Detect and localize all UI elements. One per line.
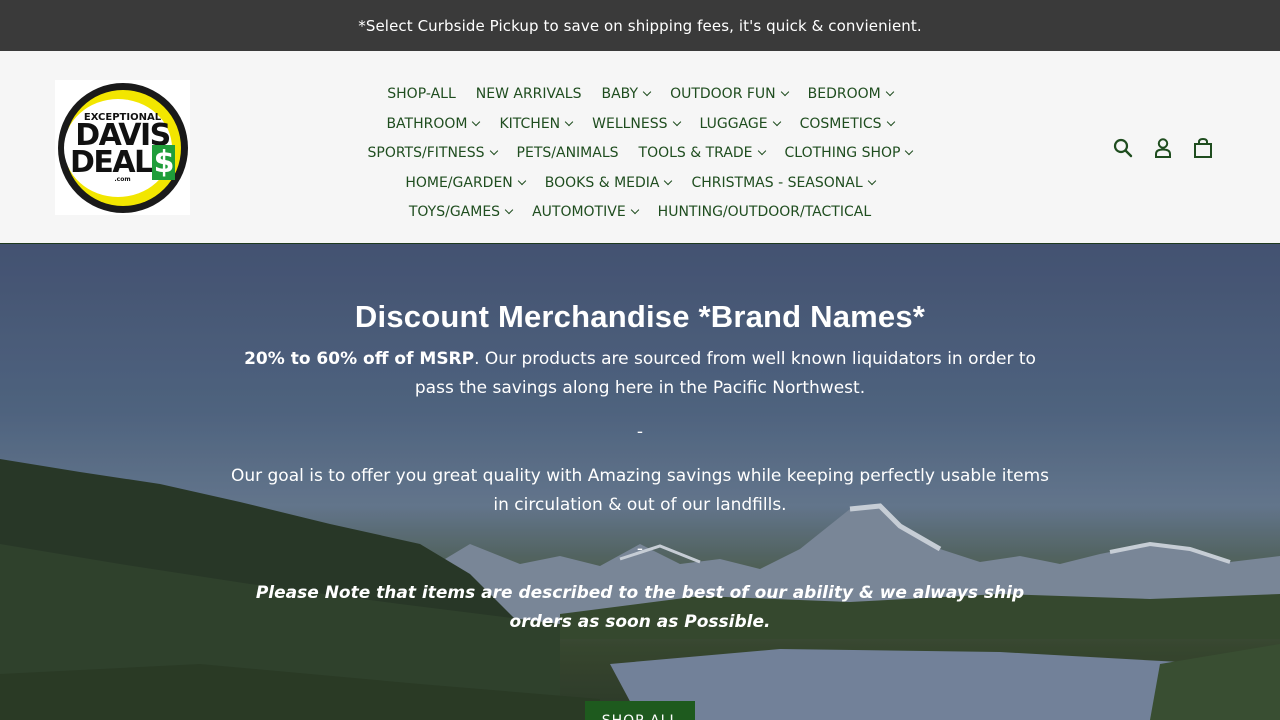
chevron-down-icon [642,87,652,97]
nav-item-label: NEW ARRIVALS [475,86,582,102]
nav-item-label: HUNTING/OUTDOOR/TACTICAL [657,204,872,220]
nav-item-label: WELLNESS [592,115,668,132]
nav-item-label: HOME/GARDEN [405,174,513,191]
nav-item-kitchen[interactable]: KITCHEN [499,110,574,139]
chevron-down-icon [564,117,574,126]
chevron-down-icon [664,176,673,185]
nav-item-label: BOOKS & MEDIA [544,174,660,191]
header-icons [1112,137,1214,159]
nav-item-christmas-seasonal[interactable]: CHRISTMAS - SEASONAL [691,169,876,198]
nav-item-toys-games[interactable]: TOYS/GAMES [408,198,514,227]
nav-item-bedroom[interactable]: BEDROOM [807,80,894,109]
chevron-down-icon [489,146,498,156]
site-logo[interactable]: EXCEPTIONAL DAVIS DEAL$ .com [55,80,190,215]
shop-all-button[interactable]: SHOP ALL [585,701,695,720]
nav-item-clothing-shop[interactable]: CLOTHING SHOP [784,139,914,168]
chevron-down-icon [867,176,876,185]
nav-item-label: KITCHEN [499,115,561,132]
logo-text: EXCEPTIONAL DAVIS DEAL$ .com [69,111,176,183]
main-navigation: SHOP-ALL NEW ARRIVALS BABY OUTDOOR FUN BEDRO… [340,79,940,227]
nav-item-pets-animals[interactable]: PETS/ANIMALS [517,139,619,168]
announcement-bar: *Select Curbside Pickup to save on shipp… [0,0,1280,51]
chevron-down-icon [630,205,639,215]
cart-icon[interactable] [1192,137,1214,159]
nav-item-shop-all[interactable]: SHOP-ALL [387,80,456,109]
nav-item-baby[interactable]: BABY [601,80,652,109]
chevron-down-icon [672,117,681,126]
nav-item-automotive[interactable]: AUTOMOTIVE [532,198,639,227]
nav-item-cosmetics[interactable]: COSMETICS [799,110,895,139]
chevron-down-icon [517,176,527,185]
nav-item-label: CLOTHING SHOP [784,145,901,161]
chevron-down-icon [772,117,781,126]
nav-item-hunting-outdoor-tactical[interactable]: HUNTING/OUTDOOR/TACTICAL [658,198,871,227]
hero-content: Discount Merchandise *Brand Names* 20% t… [230,244,1050,636]
account-icon[interactable] [1152,137,1174,159]
nav-item-outdoor-fun[interactable]: OUTDOOR FUN [670,80,789,109]
chevron-down-icon [757,146,766,156]
nav-item-sports-fitness[interactable]: SPORTS/FITNESS [367,139,498,168]
announcement-text: *Select Curbside Pickup to save on shipp… [358,16,922,35]
logo-badge: EXCEPTIONAL DAVIS DEAL$ .com [57,82,188,213]
nav-item-label: BEDROOM [807,86,881,102]
nav-item-label: AUTOMOTIVE [532,204,626,220]
nav-item-label: SPORTS/FITNESS [367,145,485,161]
nav-item-wellness[interactable]: WELLNESS [592,110,681,139]
nav-item-label: CHRISTMAS - SEASONAL [691,174,863,191]
nav-item-label: TOOLS & TRADE [638,145,753,161]
nav-item-luggage[interactable]: LUGGAGE [699,110,781,139]
chevron-down-icon [905,146,914,156]
hero-title: Discount Merchandise *Brand Names* [354,299,926,334]
nav-item-label: BATHROOM [386,115,468,132]
nav-item-tools-trade[interactable]: TOOLS & TRADE [638,139,766,168]
discount-highlight: 20% to 60% off of MSRP [244,349,475,369]
chevron-down-icon [504,205,514,215]
chevron-down-icon [886,117,895,126]
nav-item-books-media[interactable]: BOOKS & MEDIA [544,169,673,198]
nav-item-label: SHOP-ALL [387,86,456,102]
chevron-down-icon [780,87,789,97]
separator-dash: - [636,539,644,559]
hero-paragraph-1: 20% to 60% off of MSRP. Our products are… [244,349,1036,398]
chevron-down-icon [472,117,481,126]
nav-item-label: OUTDOOR FUN [670,86,776,102]
hero-paragraph-2: Our goal is to offer you great quality w… [230,466,1050,515]
search-icon[interactable] [1112,137,1134,159]
nav-item-label: BABY [601,86,639,102]
nav-item-label: TOYS/GAMES [408,204,501,220]
site-header: EXCEPTIONAL DAVIS DEAL$ .com SHOP-ALL NEW… [0,51,1280,244]
shipping-note: Please Note that items are described to … [255,583,1025,632]
separator-dash: - [636,422,644,442]
nav-item-label: PETS/ANIMALS [516,145,619,161]
nav-item-new-arrivals[interactable]: NEW ARRIVALS [476,80,582,109]
nav-item-label: LUGGAGE [699,115,768,132]
nav-item-home-garden[interactable]: HOME/GARDEN [405,169,527,198]
nav-item-bathroom[interactable]: BATHROOM [386,110,481,139]
hero-banner: Discount Merchandise *Brand Names* 20% t… [0,244,1280,720]
chevron-down-icon [885,87,894,97]
nav-item-label: COSMETICS [799,115,882,132]
